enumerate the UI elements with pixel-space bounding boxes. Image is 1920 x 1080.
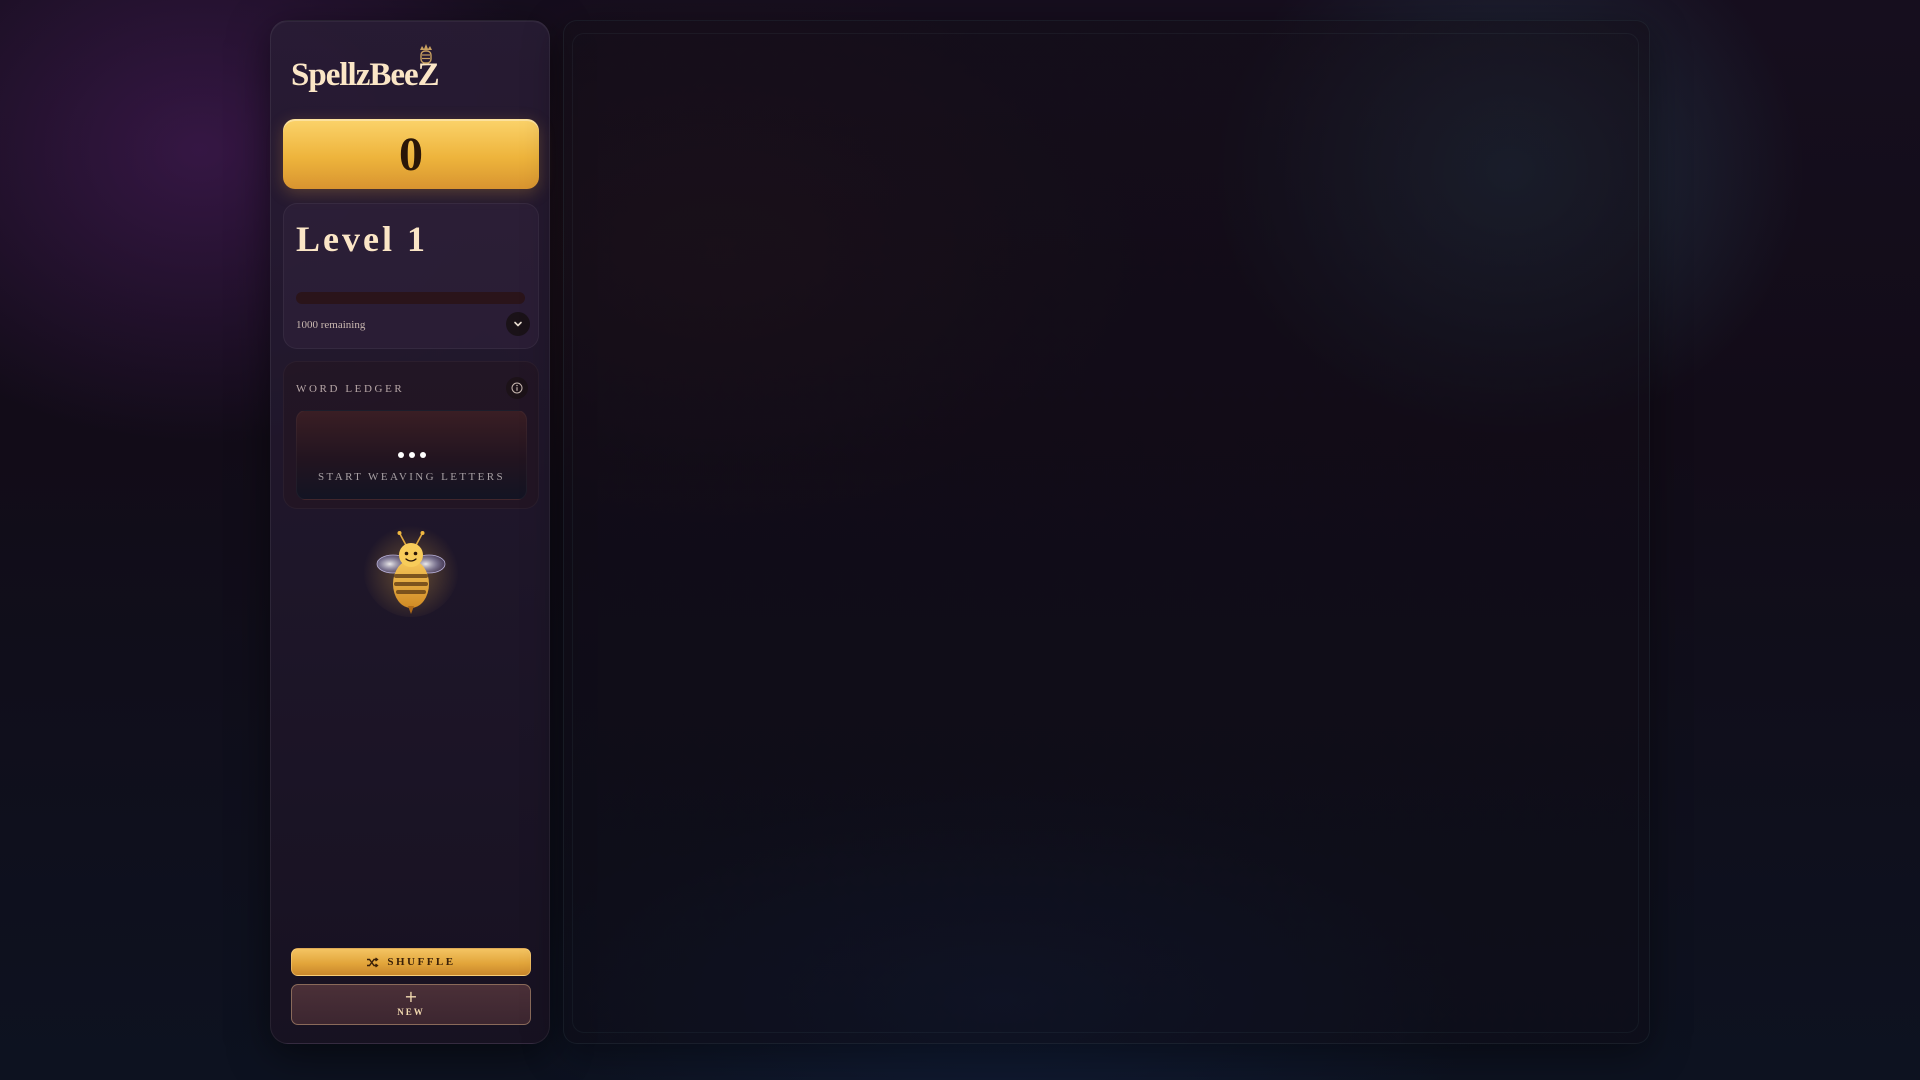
shuffle-icon (367, 956, 379, 968)
ellipsis-icon (297, 445, 526, 458)
level-title: Level 1 (296, 219, 428, 259)
bee-icon (363, 521, 459, 617)
new-game-label: NEW (397, 1007, 425, 1017)
sidebar: SpellzBeeZ 0 Level 1 1000 remaining WORD… (270, 20, 550, 1044)
info-icon (511, 382, 523, 394)
chevron-down-icon (514, 321, 522, 327)
ledger-info-button[interactable] (506, 377, 528, 399)
word-ledger: WORD LEDGER START WEAVING LETTERS (283, 361, 539, 509)
crown-icon (420, 44, 432, 64)
level-expand-button[interactable] (506, 312, 530, 336)
points-remaining: 1000 remaining (296, 319, 366, 331)
shuffle-label: SHUFFLE (387, 956, 456, 968)
level-card: Level 1 1000 remaining (283, 203, 539, 349)
score-display: 0 (283, 119, 539, 189)
word-ledger-empty-text: START WEAVING LETTERS (318, 471, 505, 483)
new-game-button[interactable]: + NEW (291, 984, 531, 1025)
shuffle-button[interactable]: SHUFFLE (291, 948, 531, 976)
level-progress-bar (296, 292, 525, 304)
word-ledger-empty-state: START WEAVING LETTERS (296, 410, 527, 500)
game-board[interactable] (563, 20, 1650, 1044)
game-board-inner (572, 33, 1639, 1033)
word-ledger-title: WORD LEDGER (296, 383, 405, 395)
plus-icon: + (404, 987, 418, 1006)
